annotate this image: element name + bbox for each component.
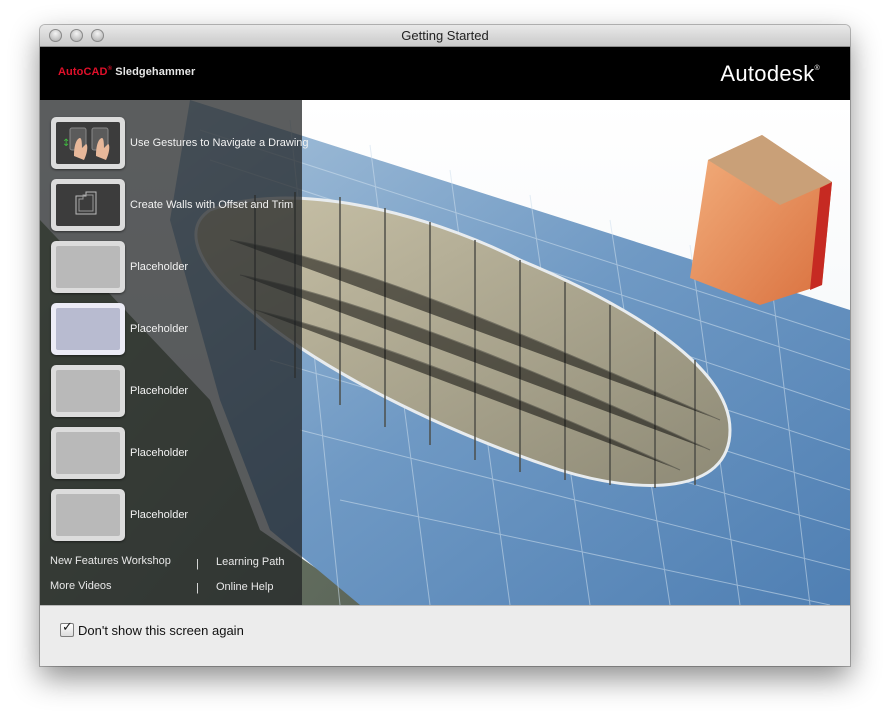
dont-show-again-checkbox[interactable]: ✓ [60,620,74,637]
placeholder-thumbnail-image [56,246,120,288]
tutorial-item-placeholder[interactable]: Placeholder [51,241,302,295]
link-separator: | [196,558,199,570]
checkmark-icon: ✓ [62,620,73,635]
tutorial-item-placeholder[interactable]: Placeholder [51,365,302,419]
link-separator: | [196,582,199,594]
tutorial-item-label: Placeholder [130,385,189,397]
placeholder-thumbnail-image [56,370,120,412]
tutorial-item-label: Placeholder [130,261,189,273]
company-name: Autodesk [720,61,815,86]
tutorial-item-label: Placeholder [130,509,189,521]
tutorial-sidebar: ↕ Use Gestures to Navigate a Drawing Cre [40,100,309,605]
tutorial-thumbnail[interactable] [51,241,125,293]
more-videos-link[interactable]: More Videos [50,580,112,592]
new-features-workshop-link[interactable]: New Features Workshop [50,555,171,567]
tutorial-item-walls[interactable]: Create Walls with Offset and Trim [51,179,302,233]
placeholder-thumbnail-image [56,494,120,536]
getting-started-window: Getting Started AutoCAD® Sledgehammer Au… [40,25,850,666]
online-help-link[interactable]: Online Help [216,581,273,593]
footer-bar: ✓ Don't show this screen again [40,605,850,666]
tutorial-thumbnail[interactable] [51,427,125,479]
window-title: Getting Started [401,28,489,43]
tutorial-item-label: Use Gestures to Navigate a Drawing [130,137,309,149]
tutorial-thumbnail[interactable] [51,303,125,355]
header-banner: AutoCAD® Sledgehammer Autodesk® [40,47,850,100]
tutorial-thumbnail[interactable] [51,489,125,541]
tutorial-item-placeholder[interactable]: Placeholder [51,489,302,543]
walls-plan-icon [56,184,120,226]
product-logo: AutoCAD® Sledgehammer [58,66,196,78]
tutorial-item-placeholder-selected[interactable]: Placeholder [51,303,302,357]
placeholder-thumbnail-image [56,432,120,474]
placeholder-thumbnail-image [56,308,120,350]
tutorial-item-label: Placeholder [130,447,189,459]
svg-text:↕: ↕ [62,138,70,149]
main-content: ↕ Use Gestures to Navigate a Drawing Cre [40,100,850,605]
window-titlebar[interactable]: Getting Started [40,25,850,47]
tutorial-item-gestures[interactable]: ↕ Use Gestures to Navigate a Drawing [51,117,309,171]
product-brand: AutoCAD [58,66,108,78]
tutorial-item-label: Placeholder [130,323,189,335]
gesture-hands-icon: ↕ [56,122,120,164]
product-name: Sledgehammer [115,66,196,78]
tutorial-thumbnail[interactable] [51,179,125,231]
registered-mark: ® [814,65,820,72]
tutorial-item-placeholder[interactable]: Placeholder [51,427,302,481]
tutorial-thumbnail[interactable] [51,365,125,417]
autodesk-logo: Autodesk® [720,61,820,87]
tutorial-item-label: Create Walls with Offset and Trim [130,199,294,211]
dont-show-again-label[interactable]: Don't show this screen again [78,623,244,638]
learning-path-link[interactable]: Learning Path [216,556,285,568]
tutorial-thumbnail[interactable]: ↕ [51,117,125,169]
